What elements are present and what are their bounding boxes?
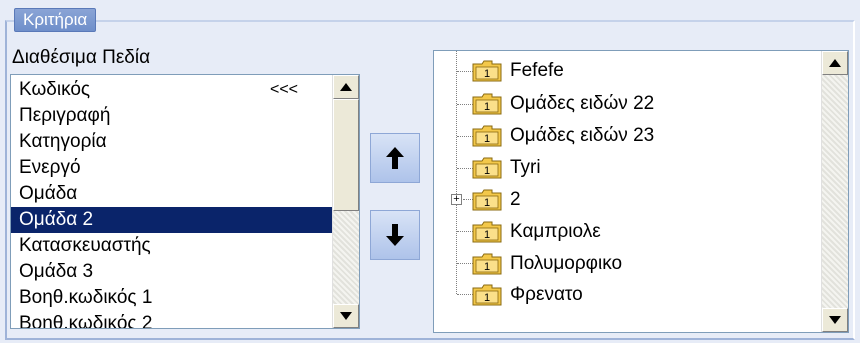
list-item[interactable]: Κωδικός <<< xyxy=(11,77,334,103)
down-arrow-icon xyxy=(386,224,404,246)
list-item-label: Ομάδα 2 xyxy=(19,209,94,230)
svg-text:1: 1 xyxy=(484,229,490,241)
list-item[interactable]: Ομάδα xyxy=(11,181,334,207)
svg-text:1: 1 xyxy=(484,292,490,304)
tree-item-label: Tyri xyxy=(510,157,541,178)
tree-item[interactable]: Καμπριολε xyxy=(510,217,601,247)
move-down-button[interactable] xyxy=(370,210,420,260)
folder-icon: 1 xyxy=(472,221,502,243)
tree-item-label: Φρενατο xyxy=(510,284,583,305)
svg-text:1: 1 xyxy=(484,197,490,209)
list-item[interactable]: Κατασκευαστής xyxy=(11,233,334,259)
folder-icon: 1 xyxy=(472,125,502,147)
tree-item[interactable]: Πολυμορφικο xyxy=(510,249,622,279)
folder-icon: 1 xyxy=(472,93,502,115)
scroll-up-button[interactable] xyxy=(333,75,359,99)
svg-text:1: 1 xyxy=(484,133,490,145)
folder-icon: 1 xyxy=(472,189,502,211)
triangle-down-icon xyxy=(829,316,841,324)
tree-connector xyxy=(457,231,473,232)
tree-item[interactable]: 2 xyxy=(510,185,521,215)
tree-connector xyxy=(457,294,473,295)
svg-text:1: 1 xyxy=(484,68,490,80)
folder-icon: 1 xyxy=(472,157,502,179)
sort-indicator: <<< xyxy=(269,81,298,98)
tree-scrollbar[interactable] xyxy=(821,51,848,332)
list-item[interactable]: Κατηγορία xyxy=(11,129,334,155)
triangle-up-icon xyxy=(340,83,352,91)
tree-item[interactable]: Ομάδες ειδών 23 xyxy=(510,121,654,151)
tree-connector xyxy=(457,168,473,169)
tree-connector xyxy=(457,71,473,72)
triangle-up-icon xyxy=(829,59,841,67)
list-item[interactable]: Ενεργό xyxy=(11,155,334,181)
tree-connector xyxy=(457,104,473,105)
list-item-label: Κωδικός xyxy=(19,79,91,100)
tree-item[interactable]: Ομάδες ειδών 22 xyxy=(510,89,654,119)
svg-text:1: 1 xyxy=(484,165,490,177)
tree-connector xyxy=(457,136,473,137)
selected-criteria-tree[interactable]: 1 Fefefe 1 Ομάδες ειδών 22 1 Ομάδες ειδώ… xyxy=(433,50,849,333)
tree-connector xyxy=(456,51,457,294)
list-scrollbar[interactable] xyxy=(332,75,359,328)
list-item-label: Ενεργό xyxy=(19,157,81,178)
criteria-panel: Κριτήρια Διαθέσιμα Πεδία Κωδικός <<< Περ… xyxy=(0,0,860,343)
up-arrow-icon xyxy=(386,147,404,169)
folder-icon: 1 xyxy=(472,253,502,275)
tree-connector xyxy=(457,263,473,264)
scroll-down-button[interactable] xyxy=(333,304,359,328)
tree-item-label: Πολυμορφικο xyxy=(510,253,623,274)
tree-item-label: Ομάδες ειδών 22 xyxy=(510,93,655,114)
list-item[interactable]: Βοηθ.κωδικός 1 xyxy=(11,285,334,311)
available-fields-list[interactable]: Κωδικός <<< Περιγραφή Κατηγορία Ενεργό Ο… xyxy=(10,74,360,329)
list-item-label: Κατασκευαστής xyxy=(19,235,151,256)
folder-icon: 1 xyxy=(472,284,502,306)
list-item-label: Κατηγορία xyxy=(19,131,107,152)
scroll-down-button[interactable] xyxy=(822,308,848,332)
tree-item-label: Fefefe xyxy=(510,60,564,81)
available-fields-label: Διαθέσιμα Πεδία xyxy=(12,47,151,68)
list-item-label: Βοηθ.κωδικός 1 xyxy=(19,287,153,308)
criteria-group-title: Κριτήρια xyxy=(14,8,97,32)
list-item-label: Ομάδα xyxy=(19,183,78,204)
list-item[interactable]: Ομάδα 3 xyxy=(11,259,334,285)
tree-item-label: Ομάδες ειδών 23 xyxy=(510,125,655,146)
list-item-label: Περιγραφή xyxy=(19,105,111,126)
list-item[interactable]: Βοηθ.κωδικός 2 xyxy=(11,311,334,329)
tree-item[interactable]: Tyri xyxy=(510,153,541,183)
tree-item[interactable]: Φρενατο xyxy=(510,280,583,310)
tree-item[interactable]: Fefefe xyxy=(510,56,564,86)
list-item-label: Ομάδα 3 xyxy=(19,261,94,282)
move-up-button[interactable] xyxy=(370,133,420,183)
folder-icon: 1 xyxy=(472,60,502,82)
svg-text:1: 1 xyxy=(484,261,490,273)
triangle-down-icon xyxy=(340,312,352,320)
tree-item-label: Καμπριολε xyxy=(510,221,601,242)
list-item-label: Βοηθ.κωδικός 2 xyxy=(19,313,153,329)
list-item-selected[interactable]: Ομάδα 2 xyxy=(11,207,334,233)
scroll-up-button[interactable] xyxy=(822,51,848,75)
scroll-thumb[interactable] xyxy=(333,99,359,211)
tree-item-label: 2 xyxy=(510,189,521,210)
list-item[interactable]: Περιγραφή xyxy=(11,103,334,129)
expand-toggle[interactable]: + xyxy=(451,194,462,205)
svg-text:1: 1 xyxy=(484,101,490,113)
